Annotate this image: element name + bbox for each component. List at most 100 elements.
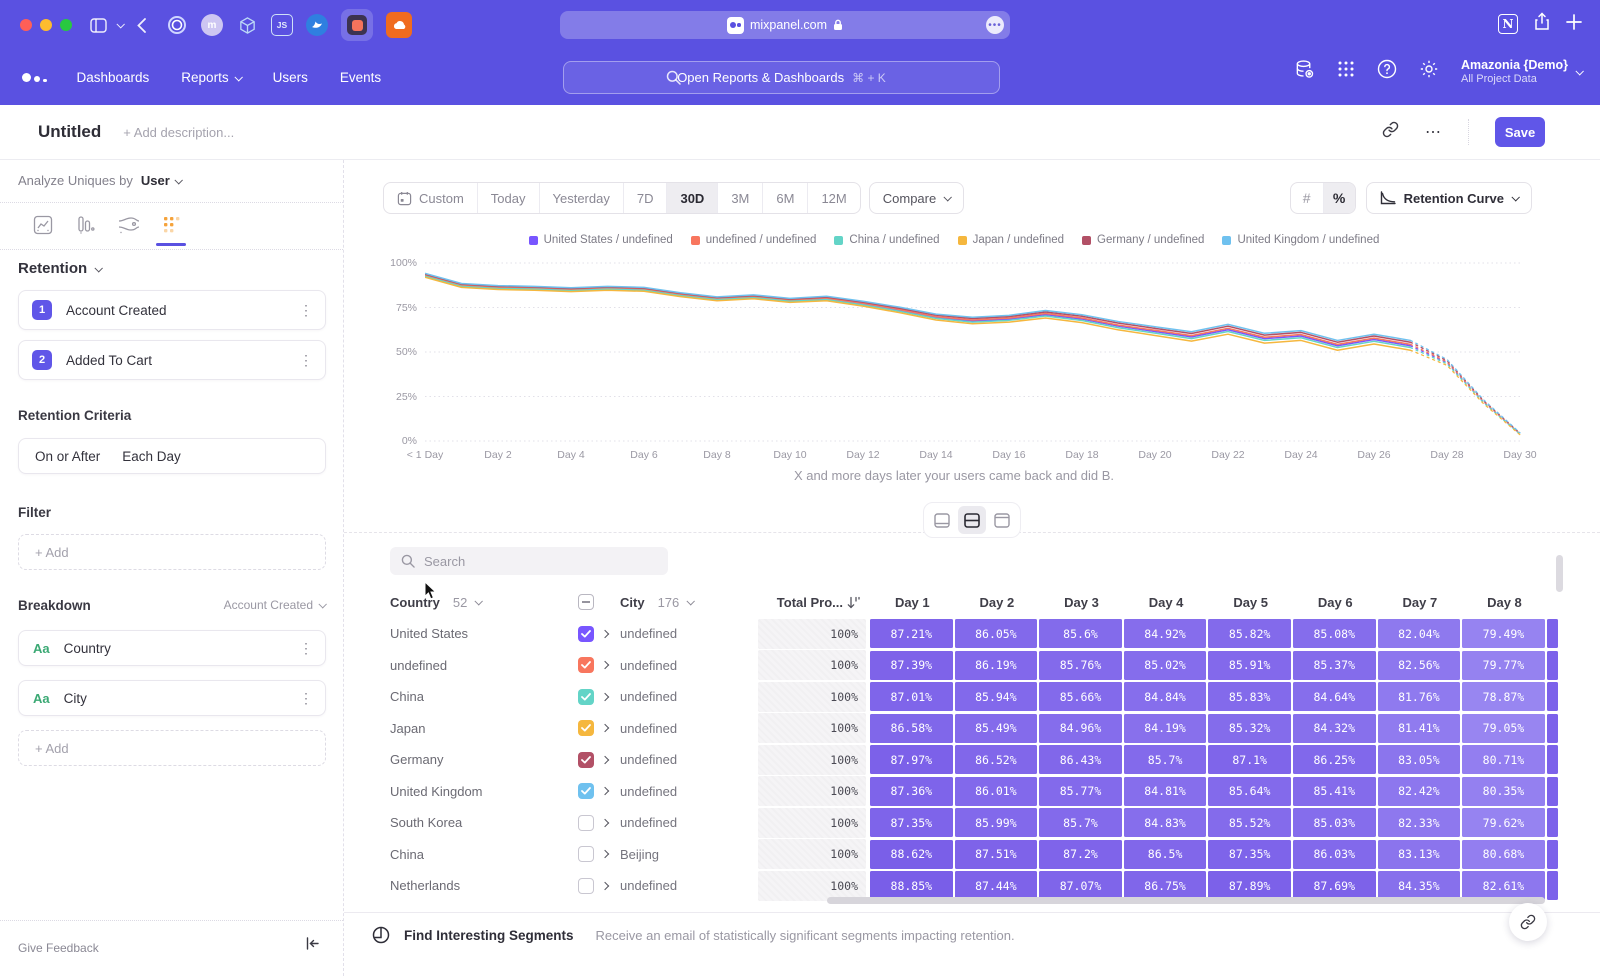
retention-day-cell[interactable]: 86.03% [1293,840,1376,869]
retention-day-cell[interactable]: 80.71% [1462,745,1545,774]
expand-row-icon[interactable] [602,725,620,731]
address-bar[interactable]: mixpanel.com ••• [560,11,1010,39]
retention-day-cell[interactable]: 85.6% [1039,619,1122,648]
legend-item[interactable]: United Kingdom / undefined [1222,234,1379,246]
segments-title[interactable]: Find Interesting Segments [404,928,574,943]
retention-day-cell[interactable]: 87.1% [1208,745,1291,774]
day-column-header[interactable]: Day 3 [1039,595,1124,610]
nav-link-users[interactable]: Users [273,70,308,85]
breakdown-scope-dropdown[interactable]: Account Created [224,598,325,612]
js-tab-icon[interactable]: JS [271,14,293,36]
legend-item[interactable]: China / undefined [834,234,939,246]
more-options-icon[interactable]: ⋯ [1425,122,1442,142]
retention-day-cell[interactable]: 85.41% [1293,777,1376,806]
collapse-sidebar-icon[interactable] [306,937,319,955]
day-column-header[interactable]: Day 2 [955,595,1040,610]
retention-section-header[interactable]: Retention [18,260,101,277]
ring-tab-icon[interactable] [166,14,188,36]
copy-link-icon[interactable] [1382,121,1399,143]
range-7d[interactable]: 7D [623,183,667,213]
report-title[interactable]: Untitled [38,122,101,142]
retention-day-cell[interactable]: 85.82% [1208,619,1291,648]
nav-link-reports[interactable]: Reports [181,70,240,85]
series-checkbox[interactable] [578,846,594,862]
retention-day-cell[interactable]: 87.01% [870,682,953,711]
retention-day-cell[interactable]: 85.49% [955,714,1038,743]
save-button[interactable]: Save [1495,117,1545,147]
breakdown-card-country[interactable]: Aa Country ⋮ [18,630,326,666]
retention-step-card[interactable]: 1 Account Created ⋮ [18,290,326,330]
retention-day-cell[interactable]: 87.35% [870,808,953,837]
cube-tab-icon[interactable] [236,14,258,36]
range-3m[interactable]: 3M [717,183,762,213]
retention-day-cell[interactable]: 85.99% [955,808,1038,837]
day-column-header[interactable]: Day 8 [1462,595,1547,610]
retention-day-cell[interactable]: 86.58% [870,714,953,743]
minimize-window-button[interactable] [40,19,52,31]
day-column-header[interactable]: Day 5 [1208,595,1293,610]
retention-day-cell[interactable]: 79.05% [1462,714,1545,743]
retention-day-cell[interactable]: 85.52% [1208,808,1291,837]
retention-day-cell[interactable]: 85.91% [1208,651,1291,680]
data-management-icon[interactable] [1294,59,1315,85]
global-search-button[interactable]: Open Reports & Dashboards ⌘ + K [563,61,1000,94]
nav-link-dashboards[interactable]: Dashboards [77,70,150,85]
range-custom[interactable]: Custom [384,183,477,213]
chart-type-dropdown[interactable]: Retention Curve [1366,182,1532,214]
expand-row-icon[interactable] [602,788,620,794]
retention-day-cell[interactable]: 87.2% [1039,840,1122,869]
retention-day-cell[interactable]: 88.62% [870,840,953,869]
split-view-button[interactable] [958,506,986,534]
chart-only-view-button[interactable] [928,506,956,534]
select-all-checkbox[interactable] [578,594,594,610]
table-row[interactable]: South Korea undefined 100% 87.35%85.99%8… [344,807,1600,839]
retention-day-cell[interactable]: 80.68% [1462,840,1545,869]
retention-day-cell[interactable]: 85.66% [1039,682,1122,711]
retention-day-cell[interactable]: 84.84% [1124,682,1207,711]
range-6m[interactable]: 6M [762,183,807,213]
expand-row-icon[interactable] [602,820,620,826]
nav-link-events[interactable]: Events [340,70,381,85]
vertical-scrollbar[interactable] [1556,555,1563,592]
sidebar-toggle-icon[interactable] [90,18,107,33]
retention-day-cell[interactable]: 83.05% [1378,745,1461,774]
tab-retention[interactable] [156,212,188,238]
retention-day-cell[interactable]: 88.85% [870,871,953,900]
criteria-each-day[interactable]: Each Day [122,449,181,464]
retention-day-cell[interactable]: 86.5% [1124,840,1207,869]
settings-gear-icon[interactable] [1419,59,1439,84]
retention-day-cell[interactable]: 85.32% [1208,714,1291,743]
kebab-menu-icon[interactable]: ⋮ [299,352,313,369]
retention-day-cell[interactable]: 84.19% [1124,714,1207,743]
tab-insights[interactable] [27,212,59,238]
give-feedback-link[interactable]: Give Feedback [18,941,99,955]
mixpanel-logo[interactable] [22,73,47,82]
retention-day-cell[interactable]: 85.08% [1293,619,1376,648]
retention-day-cell[interactable]: 87.51% [955,840,1038,869]
retention-day-cell[interactable]: 85.7% [1124,745,1207,774]
series-checkbox[interactable] [578,783,594,799]
retention-day-cell[interactable]: 84.64% [1293,682,1376,711]
range-today[interactable]: Today [477,183,539,213]
retention-day-cell[interactable]: 84.96% [1039,714,1122,743]
retention-day-cell[interactable]: 87.21% [870,619,953,648]
close-window-button[interactable] [20,19,32,31]
kebab-menu-icon[interactable]: ⋮ [299,690,313,707]
retention-day-cell[interactable]: 82.61% [1462,871,1545,900]
retention-day-cell[interactable]: 86.75% [1124,871,1207,900]
retention-day-cell[interactable]: 86.19% [955,651,1038,680]
retention-day-cell[interactable]: 82.42% [1378,777,1461,806]
day-column-header[interactable]: Day 1 [870,595,955,610]
retention-day-cell[interactable]: 87.36% [870,777,953,806]
series-checkbox[interactable] [578,720,594,736]
total-column-header[interactable]: Total Pro... [758,595,866,610]
retention-day-cell[interactable]: 87.39% [870,651,953,680]
table-row[interactable]: United States undefined 100% 87.21%86.05… [344,618,1600,650]
range-12m[interactable]: 12M [807,183,859,213]
retention-day-cell[interactable]: 78.87% [1462,682,1545,711]
range-yesterday[interactable]: Yesterday [539,183,623,213]
series-checkbox[interactable] [578,689,594,705]
add-description-button[interactable]: + Add description... [123,125,234,140]
retention-day-cell[interactable]: 85.94% [955,682,1038,711]
table-only-view-button[interactable] [988,506,1016,534]
